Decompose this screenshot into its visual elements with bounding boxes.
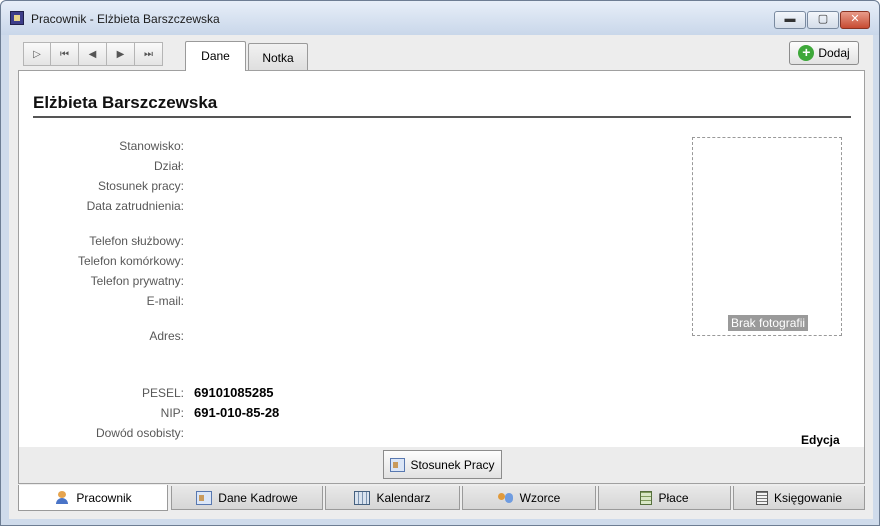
calculator-icon (640, 490, 653, 505)
stosunek-pracy-label: Stosunek Pracy (410, 457, 495, 472)
calendar-icon (354, 490, 371, 505)
minimize-button[interactable]: ▬ (774, 11, 806, 29)
stosunek-pracy-button[interactable]: Stosunek Pracy (383, 450, 502, 479)
tab-kalendarz[interactable]: Kalendarz (325, 486, 460, 510)
add-button-label: Dodaj (818, 46, 850, 60)
previous-record-button[interactable]: ◀ (79, 42, 107, 66)
window-title: Pracownik - Elżbieta Barszczewska (31, 12, 220, 26)
tab-label: Księgowanie (773, 490, 843, 505)
tab-label: Płace (658, 490, 689, 505)
next-record-button[interactable]: ▶ (107, 42, 135, 66)
employee-name: Elżbieta Barszczewska (33, 93, 218, 112)
label-adres: Adres: (149, 329, 184, 343)
label-stosunek-pracy: Stosunek pracy: (97, 179, 184, 193)
tab-wzorce[interactable]: Wzorce (462, 486, 596, 510)
tab-dane-kadrowe[interactable]: Dane Kadrowe (171, 486, 323, 510)
label-data-zatrudnienia: Data zatrudnienia: (86, 199, 184, 213)
client-area: ▷ ⏮ ◀ ▶ ⏭ Dane Notka + Dodaj Elżbieta Ba… (9, 35, 873, 519)
id-card-icon (196, 490, 213, 505)
close-button[interactable]: ✕ (840, 11, 870, 29)
tab-notka[interactable]: Notka (248, 43, 308, 71)
ledger-icon (755, 490, 768, 505)
photo-caption: Brak fotografii (728, 315, 809, 331)
action-strip: Stosunek Pracy (18, 447, 865, 484)
value-pesel: 69101085285 (194, 385, 274, 400)
plus-circle-icon: + (798, 45, 815, 61)
people-icon (497, 491, 514, 505)
tab-label: Wzorce (519, 490, 561, 505)
tab-label: Pracownik (76, 490, 132, 505)
label-telefon-prywatny: Telefon prywatny: (90, 274, 184, 288)
label-nip: NIP: (160, 406, 184, 420)
person-icon (54, 490, 70, 505)
label-email: E-mail: (146, 294, 184, 308)
photo-placeholder[interactable]: Brak fotografii (692, 137, 842, 336)
title-bar[interactable]: Pracownik - Elżbieta Barszczewska ▬ ▢ ✕ (1, 1, 879, 35)
value-nip: 691-010-85-28 (194, 405, 280, 420)
label-telefon-komorkowy: Telefon komórkowy: (77, 254, 184, 268)
id-card-icon (390, 457, 406, 472)
name-divider (33, 116, 851, 118)
label-telefon-sluzbowy: Telefon służbowy: (89, 234, 184, 248)
details-panel: Elżbieta Barszczewska Stanowisko: Dział:… (18, 70, 865, 484)
tab-pracownik[interactable]: Pracownik (18, 485, 168, 511)
label-dzial: Dział: (153, 159, 184, 173)
edit-link[interactable]: Edycja (801, 433, 840, 447)
tab-dane[interactable]: Dane (185, 41, 246, 71)
last-record-button[interactable]: ⏭ (135, 42, 163, 66)
tab-place[interactable]: Płace (598, 486, 731, 510)
add-button[interactable]: + Dodaj (789, 41, 859, 65)
label-dowod-osobisty: Dowód osobisty: (95, 426, 184, 440)
maximize-button[interactable]: ▢ (807, 11, 839, 29)
employee-window: Pracownik - Elżbieta Barszczewska ▬ ▢ ✕ … (0, 0, 880, 526)
first-record-button[interactable]: ⏮ (51, 42, 79, 66)
tab-label: Kalendarz (376, 490, 431, 505)
label-pesel: PESEL: (141, 386, 184, 400)
tab-label: Dane Kadrowe (218, 490, 298, 505)
record-navigator: ▷ ⏮ ◀ ▶ ⏭ (23, 42, 163, 66)
app-icon (10, 11, 24, 25)
tab-ksiegowanie[interactable]: Księgowanie (733, 486, 865, 510)
new-record-button[interactable]: ▷ (23, 42, 51, 66)
label-stanowisko: Stanowisko: (119, 139, 184, 153)
